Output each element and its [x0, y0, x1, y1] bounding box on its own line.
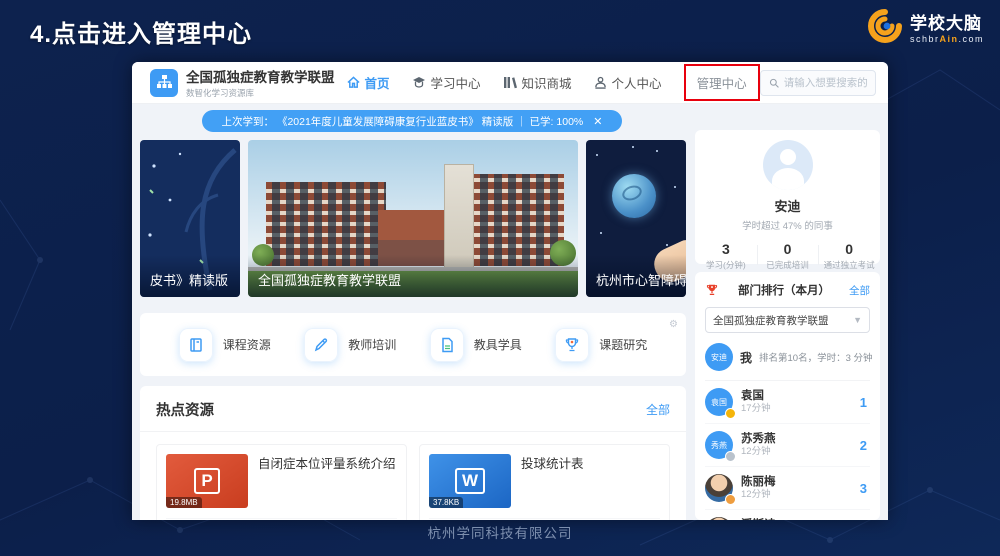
rank-row-3: 陈丽梅12分钟 3: [705, 467, 870, 510]
step-title: 4.点击进入管理中心: [30, 14, 252, 49]
user-progress-note: 学时超过 47% 的同事: [695, 218, 880, 232]
book-icon: [179, 328, 213, 362]
category-card: ⚙ 课程资源 教师培训 教具学具 课题研究: [140, 313, 686, 376]
banner-slide-campus[interactable]: 全国孤独症教育教学联盟: [248, 140, 578, 297]
footer-company: 杭州学同科技有限公司: [0, 522, 1000, 542]
rank-number: 1: [860, 395, 870, 410]
planet-art: [612, 174, 656, 218]
word-icon: W: [455, 468, 485, 494]
site-title-block: 全国孤独症教育教学联盟 数智化学习资源库: [186, 66, 335, 99]
brand-logo: 学校大脑 schbrAin.com: [867, 8, 984, 44]
rank-number: 3: [860, 481, 870, 496]
notice-text: 上次学到： 《2021年度儿童发展障碍康复行业蓝皮书》 精读版 ｜ 已学: 10…: [222, 114, 584, 129]
building-left-art: [266, 182, 386, 266]
banner-slide-bluebook[interactable]: 皮书》精读版: [140, 140, 240, 297]
stat-exams-passed: 0 通过独立考试: [818, 241, 880, 271]
main-nav: 首页 学习中心 知识商城: [347, 64, 760, 101]
home-icon: [347, 76, 360, 89]
webpage-frame: 全国孤独症教育教学联盟 数智化学习资源库 首页 学习中心: [132, 62, 888, 520]
category-topic-research[interactable]: 课题研究: [555, 328, 647, 362]
avatar: 袁国: [705, 388, 733, 416]
site-subtitle: 数智化学习资源库: [186, 87, 335, 99]
banner-caption: 皮书》精读版: [140, 255, 240, 297]
my-rank-detail: 排名第10名，学时：3 分钟: [759, 350, 873, 364]
my-rank-row: 安迪 我 排名第10名，学时：3 分钟: [705, 333, 870, 381]
org-chart-icon: [156, 74, 173, 91]
chevron-down-icon: ▼: [853, 315, 862, 325]
trophy-icon: [555, 328, 589, 362]
hot-resources-card: 热点资源 全部 P 19.8MB 自闭症本位评量系统介绍 2.教师培训 1: [140, 386, 686, 520]
banner-caption: 全国孤独症教育教学联盟: [248, 255, 578, 297]
pencil-icon: [304, 328, 338, 362]
nav-management-center[interactable]: 管理中心: [684, 64, 760, 101]
rank-row-4: 潘斯诗10分钟 4: [705, 510, 870, 520]
ranking-title: 部门排行（本月）: [719, 282, 849, 298]
silver-medal-icon: [725, 451, 736, 462]
stat-study-minutes: 3 学习(分钟): [695, 241, 757, 271]
nav-knowledge-mall[interactable]: 知识商城: [503, 73, 572, 92]
word-thumbnail: W 37.8KB: [429, 454, 511, 508]
nav-personal-center[interactable]: 个人中心: [594, 73, 662, 92]
search-icon: [769, 77, 779, 89]
rank-row-1: 袁国 袁国17分钟 1: [705, 381, 870, 424]
rank-row-2: 秀燕 苏秀燕12分钟 2: [705, 424, 870, 467]
category-teaching-aids[interactable]: 教具学具: [430, 328, 522, 362]
avatar: [705, 517, 733, 520]
avatar: [705, 474, 733, 502]
resource-title: 投球统计表: [521, 454, 584, 508]
avatar[interactable]: [763, 140, 813, 190]
document-icon: [430, 328, 464, 362]
hot-resources-title: 热点资源: [156, 399, 214, 420]
nav-learning-center[interactable]: 学习中心: [412, 73, 481, 92]
nav-home[interactable]: 首页: [347, 73, 390, 92]
banner-caption: 杭州市心智障碍: [586, 255, 686, 297]
person-icon: [594, 76, 607, 89]
resource-card-ppt[interactable]: P 19.8MB 自闭症本位评量系统介绍 2.教师培训 1 0: [156, 444, 407, 520]
user-name: 安迪: [695, 196, 880, 215]
hot-resources-all-link[interactable]: 全部: [646, 401, 670, 418]
user-profile-card: 安迪 学时超过 47% 的同事 3 学习(分钟) 0 已完成培训 0 通过独立考…: [695, 130, 880, 264]
rank-number: 2: [860, 438, 870, 453]
department-dropdown[interactable]: 全国孤独症教育教学联盟 ▼: [705, 307, 870, 333]
brand-domain: schbrAin.com: [910, 34, 984, 44]
banner-carousel: 皮书》精读版 全国孤独症教育教学联盟 杭州市心智障碍: [140, 140, 686, 297]
gold-medal-icon: [725, 408, 736, 419]
resource-title: 自闭症本位评量系统介绍: [258, 454, 396, 508]
stat-trainings-done: 0 已完成培训: [757, 241, 819, 271]
school-brain-icon: [867, 8, 903, 44]
ranking-trophy-icon: [705, 283, 719, 297]
banner-slide-hangzhou[interactable]: 杭州市心智障碍: [586, 140, 686, 297]
bronze-medal-icon: [725, 494, 736, 505]
brand-name: 学校大脑: [910, 9, 984, 34]
site-header: 全国孤独症教育教学联盟 数智化学习资源库 首页 学习中心: [132, 62, 888, 104]
site-logo[interactable]: [150, 69, 178, 97]
gear-icon[interactable]: ⚙: [669, 319, 678, 330]
graduation-cap-icon: [412, 76, 426, 89]
notice-close-icon[interactable]: ✕: [593, 115, 602, 128]
search-box[interactable]: [760, 70, 876, 96]
avatar: 安迪: [705, 343, 733, 371]
tower-art: [444, 164, 474, 268]
ranking-all-link[interactable]: 全部: [849, 283, 870, 298]
resource-card-word[interactable]: W 37.8KB 投球统计表 3.教具学具 1 0: [419, 444, 670, 520]
search-input[interactable]: [784, 77, 867, 89]
ppt-thumbnail: P 19.8MB: [166, 454, 248, 508]
category-course-resources[interactable]: 课程资源: [179, 328, 271, 362]
powerpoint-icon: P: [194, 468, 219, 494]
department-ranking-card: 部门排行（本月） 全部 全国孤独症教育教学联盟 ▼ 安迪 我 排名第10名，学时…: [695, 272, 880, 520]
file-size-badge: 19.8MB: [166, 497, 202, 508]
site-title: 全国孤独症教育教学联盟: [186, 66, 335, 86]
last-learned-notice[interactable]: 上次学到： 《2021年度儿童发展障碍康复行业蓝皮书》 精读版 ｜ 已学: 10…: [202, 110, 622, 132]
category-teacher-training[interactable]: 教师培训: [304, 328, 396, 362]
file-size-badge: 37.8KB: [429, 497, 463, 508]
bookshelf-icon: [503, 76, 517, 89]
avatar: 秀燕: [705, 431, 733, 459]
